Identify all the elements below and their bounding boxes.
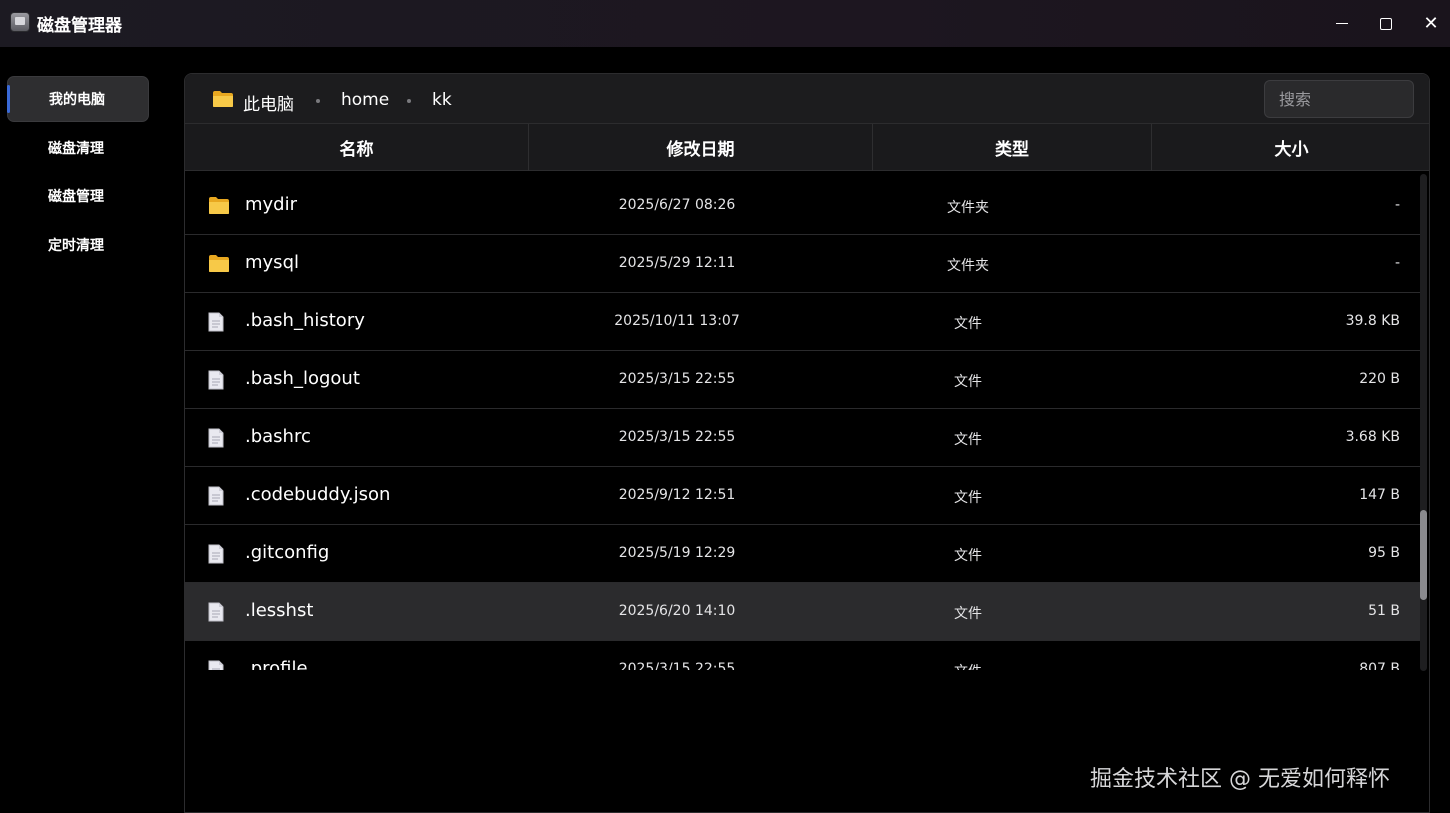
file-name: .bash_history <box>245 310 365 331</box>
file-icon <box>208 370 224 394</box>
maximize-button[interactable] <box>1363 0 1409 47</box>
file-browser-panel: 此电脑 home kk 名称 修改日期 类型 大小 mydir 2025/6/27… <box>184 73 1430 813</box>
column-header-modified[interactable]: 修改日期 <box>528 124 872 171</box>
sidebar-item-disk-cleanup[interactable]: 磁盘清理 <box>7 125 149 171</box>
sidebar-item-label: 磁盘管理 <box>48 189 104 205</box>
file-name: .lesshst <box>245 600 314 621</box>
toolbar: 此电脑 home kk <box>185 74 1429 124</box>
table-row[interactable]: .codebuddy.json 2025/9/12 12:51 文件 147 B <box>185 467 1421 525</box>
file-modified-date: 2025/6/20 14:10 <box>618 603 736 619</box>
table-row[interactable]: .gitconfig 2025/5/19 12:29 文件 95 B <box>185 525 1421 583</box>
folder-icon <box>208 196 230 219</box>
file-modified-date: 2025/5/29 12:11 <box>618 255 736 271</box>
file-icon <box>208 660 224 670</box>
file-type: 文件 <box>918 661 1018 670</box>
search-input[interactable] <box>1264 80 1414 118</box>
column-header-type[interactable]: 类型 <box>872 124 1151 171</box>
scrollbar-thumb[interactable] <box>1420 510 1427 600</box>
file-modified-date: 2025/3/15 22:55 <box>618 661 736 670</box>
file-type: 文件夹 <box>947 258 989 274</box>
file-name: .bash_logout <box>245 368 360 389</box>
folder-icon <box>213 91 233 107</box>
table-row[interactable]: mydir 2025/6/27 08:26 文件夹 - <box>185 177 1421 235</box>
table-header: 名称 修改日期 类型 大小 <box>185 124 1429 171</box>
minimize-icon <box>1336 22 1348 25</box>
file-size: 51 B <box>1368 603 1400 619</box>
sidebar-item-disk-management[interactable]: 磁盘管理 <box>7 173 149 219</box>
sidebar: 我的电脑 磁盘清理 磁盘管理 定时清理 <box>0 47 184 813</box>
folder-icon <box>208 254 230 277</box>
minimize-button[interactable] <box>1319 0 1365 47</box>
file-size: 39.8 KB <box>1345 313 1400 329</box>
app-title: 磁盘管理器 <box>37 16 122 36</box>
file-type: 文件 <box>954 490 982 506</box>
sidebar-item-label: 磁盘清理 <box>48 141 104 157</box>
column-header-name[interactable]: 名称 <box>185 124 528 171</box>
breadcrumb-item[interactable]: home <box>341 90 389 110</box>
title-bar: 磁盘管理器 ✕ <box>0 0 1450 47</box>
file-modified-date: 2025/9/12 12:51 <box>618 487 736 503</box>
file-type: 文件 <box>954 548 982 564</box>
vertical-scrollbar[interactable] <box>1420 174 1427 671</box>
file-type: 文件 <box>954 374 982 390</box>
table-row[interactable]: mysql 2025/5/29 12:11 文件夹 - <box>185 235 1421 293</box>
file-icon <box>208 312 224 336</box>
file-modified-date: 2025/6/27 08:26 <box>618 197 736 213</box>
maximize-icon <box>1380 17 1392 30</box>
table-row[interactable]: .bashrc 2025/3/15 22:55 文件 3.68 KB <box>185 409 1421 467</box>
close-icon: ✕ <box>1423 13 1439 34</box>
file-size: 220 B <box>1359 371 1400 387</box>
breadcrumb-item[interactable]: kk <box>432 90 452 110</box>
file-icon <box>208 428 224 452</box>
file-size: - <box>1394 255 1400 271</box>
breadcrumb-separator <box>407 99 411 103</box>
file-modified-date: 2025/3/15 22:55 <box>618 371 736 387</box>
sidebar-item-my-computer[interactable]: 我的电脑 <box>7 76 149 122</box>
table-row[interactable]: .bash_logout 2025/3/15 22:55 文件 220 B <box>185 351 1421 409</box>
breadcrumb-item[interactable]: 此电脑 <box>243 90 294 115</box>
file-modified-date: 2025/5/19 12:29 <box>618 545 736 561</box>
file-type: 文件 <box>954 606 982 622</box>
file-modified-date: 2025/3/15 22:55 <box>618 429 736 445</box>
sidebar-item-label: 我的电脑 <box>49 92 105 108</box>
column-header-size[interactable]: 大小 <box>1151 124 1429 171</box>
file-type: 文件 <box>954 316 982 332</box>
file-name: .codebuddy.json <box>245 484 391 505</box>
file-name: .bashrc <box>245 426 311 447</box>
file-list: mydir 2025/6/27 08:26 文件夹 - mysql 2025/5/29 1… <box>185 177 1421 670</box>
table-row[interactable]: .lesshst 2025/6/20 14:10 文件 51 B <box>185 583 1421 641</box>
watermark: 掘金技术社区 @ 无爱如何释怀 <box>1090 767 1390 792</box>
file-size: 147 B <box>1359 487 1400 503</box>
breadcrumb-separator <box>316 99 320 103</box>
file-size: 807 B <box>1359 661 1400 670</box>
file-name: .gitconfig <box>245 542 330 563</box>
sidebar-item-label: 定时清理 <box>48 238 104 254</box>
file-modified-date: 2025/10/11 13:07 <box>614 313 740 329</box>
file-icon <box>208 544 224 568</box>
file-name: .profile <box>245 658 308 670</box>
sidebar-item-scheduled-cleanup[interactable]: 定时清理 <box>7 222 149 268</box>
file-size: 95 B <box>1368 545 1400 561</box>
close-button[interactable]: ✕ <box>1408 0 1450 47</box>
file-size: - <box>1394 197 1400 213</box>
file-name: mydir <box>245 194 298 215</box>
file-icon <box>208 602 224 626</box>
file-icon <box>208 486 224 510</box>
file-name: mysql <box>245 252 299 273</box>
file-size: 3.68 KB <box>1345 429 1400 445</box>
table-row[interactable]: .profile 2025/3/15 22:55 文件 807 B <box>185 641 1421 670</box>
file-type: 文件夹 <box>947 200 989 216</box>
table-row[interactable]: .bash_history 2025/10/11 13:07 文件 39.8 KB <box>185 293 1421 351</box>
app-disk-icon <box>10 12 30 32</box>
file-type: 文件 <box>954 432 982 448</box>
